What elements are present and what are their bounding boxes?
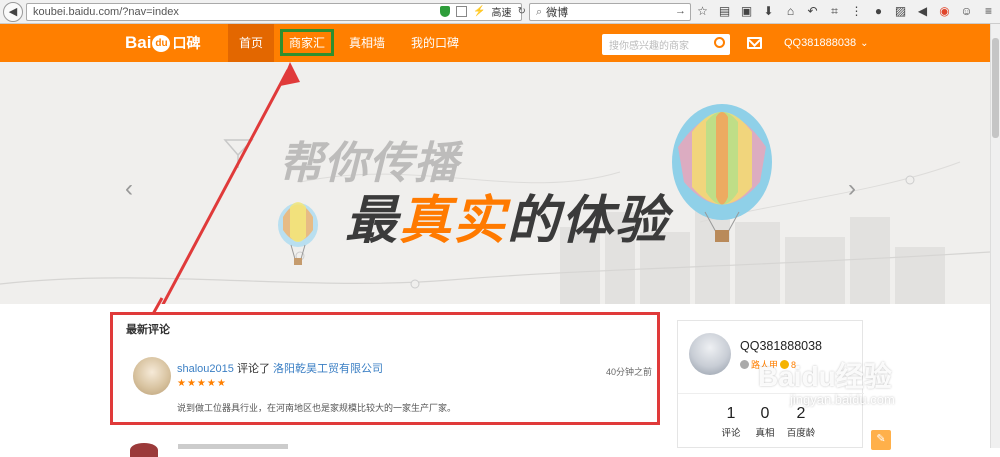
hamburger-menu-icon[interactable]: ≡ xyxy=(982,4,995,18)
address-bar-icons: ⚡ 高速 ↻ ▾ xyxy=(440,4,537,19)
browser-search-input[interactable]: ⌕ 微博 → xyxy=(529,3,691,21)
latest-reviews-title: 最新评论 xyxy=(126,324,170,336)
reading-list-icon[interactable]: ▤ xyxy=(718,4,731,18)
nav-my-koubei[interactable]: 我的口碑 xyxy=(405,24,465,62)
stat-truths-label: 真相 xyxy=(755,428,775,439)
logo-text-bai: Bai xyxy=(125,33,152,52)
logo-text-du: du xyxy=(152,34,171,52)
edit-icon[interactable]: ✎ xyxy=(871,430,891,450)
back-icon[interactable]: ◀ xyxy=(3,1,23,22)
latest-reviews-panel: 最新评论 shalou2015 评论了 洛阳乾昊工贸有限公司 ★★★★★ 40分… xyxy=(110,312,660,425)
avatar[interactable] xyxy=(133,357,171,395)
profile-name[interactable]: QQ381888038 xyxy=(740,339,822,353)
browser-tools: ☆ ▤ ▣ ⬇ ⌂ ↶ ⌗ ⋮ ● ▨ ◀ ◉ ☺ ≡ xyxy=(696,4,995,18)
slogan-part-b: 真实 xyxy=(399,192,508,250)
list-item-text xyxy=(178,444,288,449)
annotation-arrowhead xyxy=(280,62,300,86)
page-scrollbar[interactable] xyxy=(990,24,1000,448)
slogan-line-2: 最真实的体验 xyxy=(345,178,669,253)
review-company-link[interactable]: 洛阳乾昊工贸有限公司 xyxy=(273,363,383,375)
review-user-link[interactable]: shalou2015 xyxy=(177,363,234,375)
lock-icon[interactable]: ▣ xyxy=(740,4,753,18)
undo-icon[interactable]: ↶ xyxy=(806,4,819,18)
slogan-part-a: 最 xyxy=(345,192,400,250)
carousel-prev-icon[interactable]: ‹ xyxy=(125,175,133,203)
url-text: koubei.baidu.com/?nav=index xyxy=(33,6,179,18)
chevron-down-icon: ⌄ xyxy=(860,38,869,49)
chat-icon[interactable]: ● xyxy=(872,4,885,18)
level-icon xyxy=(740,360,749,369)
review-time: 40分钟之前 xyxy=(606,367,653,377)
search-icon[interactable] xyxy=(714,37,725,48)
menu-dots-icon[interactable]: ⋮ xyxy=(850,4,863,18)
review-header: shalou2015 评论了 洛阳乾昊工贸有限公司 xyxy=(177,360,383,376)
image-icon[interactable]: ▨ xyxy=(894,4,907,18)
download-icon[interactable]: ⬇ xyxy=(762,4,775,18)
slogan-part-c: 的体验 xyxy=(507,192,670,250)
weibo-icon[interactable]: ◉ xyxy=(938,4,951,18)
sound-icon[interactable]: ◀ xyxy=(916,4,929,18)
review-text[interactable]: 说到做工位器具行业，在河南地区也是家规模比较大的一家生产厂家。 xyxy=(177,401,456,414)
star-icon[interactable]: ☆ xyxy=(696,4,709,18)
stat-baidu-age[interactable]: 2 百度龄 xyxy=(781,405,821,439)
smile-icon[interactable]: ☺ xyxy=(960,4,973,18)
annotation-green-box xyxy=(280,29,334,56)
user-name-label: QQ381888038 xyxy=(784,37,857,49)
crop-icon[interactable]: ⌗ xyxy=(828,4,841,18)
reload-icon[interactable]: ↻ xyxy=(517,6,525,17)
logo-text-koubei: 口碑 xyxy=(172,35,201,51)
carousel-next-icon[interactable]: › xyxy=(848,175,856,203)
site-search-input[interactable]: 搜你感兴趣的商家 xyxy=(602,34,730,55)
security-shield-icon[interactable] xyxy=(440,6,450,17)
review-verb: 评论了 xyxy=(233,363,274,375)
go-arrow-icon[interactable]: → xyxy=(675,5,686,17)
user-menu[interactable]: QQ381888038 ⌄ xyxy=(784,24,869,62)
search-icon: ⌕ xyxy=(536,5,543,18)
nav-home[interactable]: 首页 xyxy=(228,24,274,62)
stat-baidu-age-label: 百度龄 xyxy=(786,428,816,439)
browser-search-value: 微博 xyxy=(546,7,569,19)
speed-label[interactable]: 高速 xyxy=(491,4,511,19)
avatar[interactable] xyxy=(130,443,158,457)
profile-avatar[interactable] xyxy=(689,333,731,375)
site-search-placeholder: 搜你感兴趣的商家 xyxy=(609,41,689,52)
qr-code-icon[interactable] xyxy=(456,6,467,17)
home-icon[interactable]: ⌂ xyxy=(784,4,797,18)
stat-truths[interactable]: 0 真相 xyxy=(745,405,785,439)
stat-baidu-age-value: 2 xyxy=(796,405,806,422)
speed-icon: ⚡ xyxy=(473,6,486,17)
watermark-url: jingyan.baidu.com xyxy=(790,392,895,407)
nav-truth-wall[interactable]: 真相墙 xyxy=(344,24,390,62)
rating-stars: ★★★★★ xyxy=(177,378,227,389)
mail-icon[interactable] xyxy=(747,37,762,49)
browser-toolbar: ◀ koubei.baidu.com/?nav=index ⚡ 高速 ↻ ▾ ⌕… xyxy=(0,0,1000,24)
baidu-koubei-logo[interactable]: Bai du 口碑 xyxy=(125,32,200,54)
baidu-jingyan-watermark: Baidu经验 xyxy=(758,361,892,392)
stat-truths-value: 0 xyxy=(760,405,770,422)
hero-banner: 帮你传播 最真实的体验 xyxy=(0,62,990,304)
scrollbar-thumb[interactable] xyxy=(992,38,999,138)
